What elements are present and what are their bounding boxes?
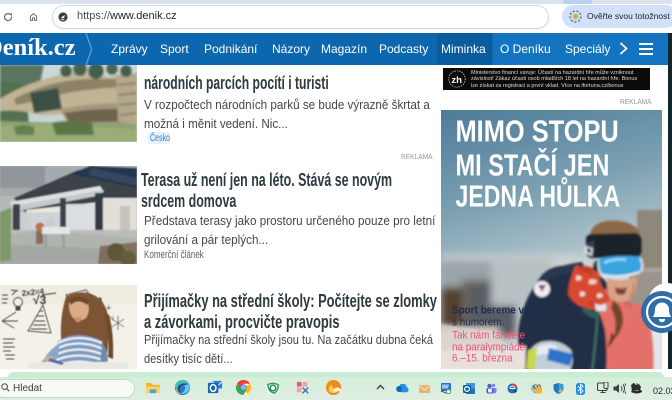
svg-text:JEDNA HŮLKA: JEDNA HŮLKA [456, 176, 621, 213]
svg-text:6.–15. března: 6.–15. března [452, 353, 513, 365]
svg-text:s humorem.: s humorem. [452, 317, 504, 329]
svg-text:zh: zh [451, 75, 462, 86]
svg-text:na paralympiádě: na paralympiádě [452, 342, 525, 354]
svg-text:!: ! [560, 389, 561, 393]
svg-text:Tak nám fanděte: Tak nám fanděte [452, 330, 525, 342]
svg-text:MI STAČÍ JEN: MI STAČÍ JEN [456, 147, 610, 182]
svg-text:Sport bereme vážně: Sport bereme vážně [452, 305, 546, 317]
svg-text:MIMO STOPU: MIMO STOPU [456, 114, 619, 149]
